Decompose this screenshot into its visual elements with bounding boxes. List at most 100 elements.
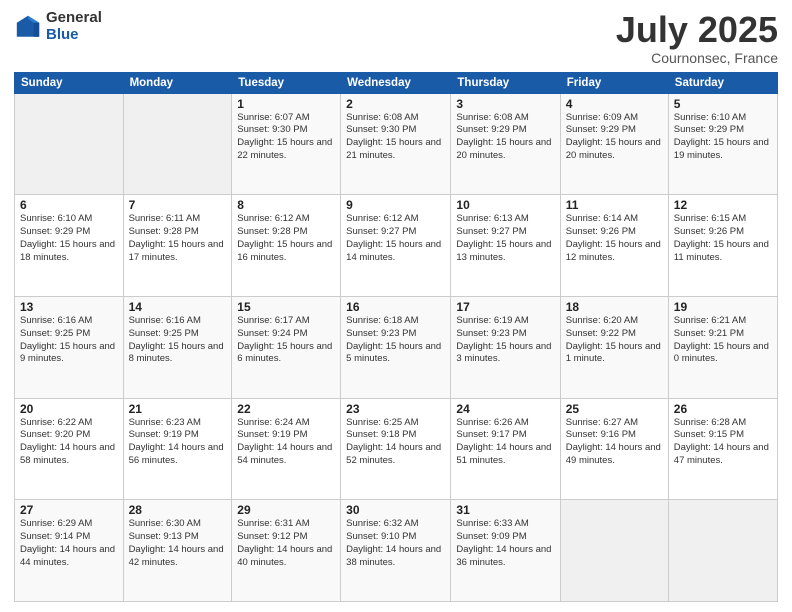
table-row: 10Sunrise: 6:13 AM Sunset: 9:27 PM Dayli… [451,195,560,297]
day-info: Sunrise: 6:28 AM Sunset: 9:15 PM Dayligh… [674,417,772,468]
calendar-table: Sunday Monday Tuesday Wednesday Thursday… [14,72,778,602]
day-info: Sunrise: 6:13 AM Sunset: 9:27 PM Dayligh… [456,213,554,264]
table-row: 28Sunrise: 6:30 AM Sunset: 9:13 PM Dayli… [123,500,232,602]
table-row: 23Sunrise: 6:25 AM Sunset: 9:18 PM Dayli… [341,398,451,500]
logo: General Blue [14,10,102,43]
table-row: 4Sunrise: 6:09 AM Sunset: 9:29 PM Daylig… [560,93,668,195]
day-number: 21 [129,402,227,416]
day-number: 3 [456,97,554,111]
table-row: 29Sunrise: 6:31 AM Sunset: 9:12 PM Dayli… [232,500,341,602]
col-saturday: Saturday [668,72,777,93]
day-info: Sunrise: 6:08 AM Sunset: 9:29 PM Dayligh… [456,112,554,163]
day-info: Sunrise: 6:22 AM Sunset: 9:20 PM Dayligh… [20,417,118,468]
day-info: Sunrise: 6:08 AM Sunset: 9:30 PM Dayligh… [346,112,445,163]
day-number: 16 [346,300,445,314]
day-info: Sunrise: 6:29 AM Sunset: 9:14 PM Dayligh… [20,518,118,569]
day-number: 15 [237,300,335,314]
day-info: Sunrise: 6:07 AM Sunset: 9:30 PM Dayligh… [237,112,335,163]
location-title: Cournonsec, France [616,50,778,66]
day-info: Sunrise: 6:16 AM Sunset: 9:25 PM Dayligh… [129,315,227,366]
day-info: Sunrise: 6:31 AM Sunset: 9:12 PM Dayligh… [237,518,335,569]
day-info: Sunrise: 6:19 AM Sunset: 9:23 PM Dayligh… [456,315,554,366]
day-info: Sunrise: 6:21 AM Sunset: 9:21 PM Dayligh… [674,315,772,366]
table-row: 19Sunrise: 6:21 AM Sunset: 9:21 PM Dayli… [668,296,777,398]
day-info: Sunrise: 6:20 AM Sunset: 9:22 PM Dayligh… [566,315,663,366]
table-row: 2Sunrise: 6:08 AM Sunset: 9:30 PM Daylig… [341,93,451,195]
day-number: 1 [237,97,335,111]
col-wednesday: Wednesday [341,72,451,93]
day-number: 14 [129,300,227,314]
table-row: 18Sunrise: 6:20 AM Sunset: 9:22 PM Dayli… [560,296,668,398]
day-info: Sunrise: 6:23 AM Sunset: 9:19 PM Dayligh… [129,417,227,468]
table-row: 20Sunrise: 6:22 AM Sunset: 9:20 PM Dayli… [15,398,124,500]
day-info: Sunrise: 6:12 AM Sunset: 9:27 PM Dayligh… [346,213,445,264]
day-number: 27 [20,503,118,517]
table-row [668,500,777,602]
table-row: 9Sunrise: 6:12 AM Sunset: 9:27 PM Daylig… [341,195,451,297]
day-info: Sunrise: 6:17 AM Sunset: 9:24 PM Dayligh… [237,315,335,366]
day-number: 6 [20,198,118,212]
table-row: 22Sunrise: 6:24 AM Sunset: 9:19 PM Dayli… [232,398,341,500]
col-sunday: Sunday [15,72,124,93]
day-info: Sunrise: 6:16 AM Sunset: 9:25 PM Dayligh… [20,315,118,366]
day-number: 19 [674,300,772,314]
day-number: 4 [566,97,663,111]
day-info: Sunrise: 6:33 AM Sunset: 9:09 PM Dayligh… [456,518,554,569]
calendar-week-row: 6Sunrise: 6:10 AM Sunset: 9:29 PM Daylig… [15,195,778,297]
day-number: 25 [566,402,663,416]
day-number: 30 [346,503,445,517]
day-info: Sunrise: 6:26 AM Sunset: 9:17 PM Dayligh… [456,417,554,468]
day-number: 22 [237,402,335,416]
day-number: 9 [346,198,445,212]
header: General Blue July 2025 Cournonsec, Franc… [14,10,778,66]
day-number: 10 [456,198,554,212]
day-number: 24 [456,402,554,416]
day-info: Sunrise: 6:27 AM Sunset: 9:16 PM Dayligh… [566,417,663,468]
table-row: 6Sunrise: 6:10 AM Sunset: 9:29 PM Daylig… [15,195,124,297]
day-info: Sunrise: 6:14 AM Sunset: 9:26 PM Dayligh… [566,213,663,264]
table-row [123,93,232,195]
table-row: 24Sunrise: 6:26 AM Sunset: 9:17 PM Dayli… [451,398,560,500]
day-number: 23 [346,402,445,416]
day-info: Sunrise: 6:09 AM Sunset: 9:29 PM Dayligh… [566,112,663,163]
day-number: 13 [20,300,118,314]
table-row: 5Sunrise: 6:10 AM Sunset: 9:29 PM Daylig… [668,93,777,195]
day-number: 5 [674,97,772,111]
day-number: 28 [129,503,227,517]
page: General Blue July 2025 Cournonsec, Franc… [0,0,792,612]
day-info: Sunrise: 6:15 AM Sunset: 9:26 PM Dayligh… [674,213,772,264]
day-info: Sunrise: 6:32 AM Sunset: 9:10 PM Dayligh… [346,518,445,569]
col-monday: Monday [123,72,232,93]
col-thursday: Thursday [451,72,560,93]
day-info: Sunrise: 6:30 AM Sunset: 9:13 PM Dayligh… [129,518,227,569]
table-row: 8Sunrise: 6:12 AM Sunset: 9:28 PM Daylig… [232,195,341,297]
calendar-header-row: Sunday Monday Tuesday Wednesday Thursday… [15,72,778,93]
day-number: 20 [20,402,118,416]
table-row: 15Sunrise: 6:17 AM Sunset: 9:24 PM Dayli… [232,296,341,398]
table-row: 1Sunrise: 6:07 AM Sunset: 9:30 PM Daylig… [232,93,341,195]
day-info: Sunrise: 6:10 AM Sunset: 9:29 PM Dayligh… [20,213,118,264]
day-number: 12 [674,198,772,212]
day-info: Sunrise: 6:24 AM Sunset: 9:19 PM Dayligh… [237,417,335,468]
day-info: Sunrise: 6:18 AM Sunset: 9:23 PM Dayligh… [346,315,445,366]
col-tuesday: Tuesday [232,72,341,93]
calendar-week-row: 1Sunrise: 6:07 AM Sunset: 9:30 PM Daylig… [15,93,778,195]
day-info: Sunrise: 6:12 AM Sunset: 9:28 PM Dayligh… [237,213,335,264]
calendar-week-row: 20Sunrise: 6:22 AM Sunset: 9:20 PM Dayli… [15,398,778,500]
table-row: 3Sunrise: 6:08 AM Sunset: 9:29 PM Daylig… [451,93,560,195]
day-info: Sunrise: 6:10 AM Sunset: 9:29 PM Dayligh… [674,112,772,163]
table-row: 26Sunrise: 6:28 AM Sunset: 9:15 PM Dayli… [668,398,777,500]
table-row [560,500,668,602]
day-number: 17 [456,300,554,314]
day-number: 18 [566,300,663,314]
table-row: 25Sunrise: 6:27 AM Sunset: 9:16 PM Dayli… [560,398,668,500]
col-friday: Friday [560,72,668,93]
day-info: Sunrise: 6:25 AM Sunset: 9:18 PM Dayligh… [346,417,445,468]
day-number: 11 [566,198,663,212]
logo-blue-text: Blue [46,27,102,44]
day-number: 26 [674,402,772,416]
day-number: 8 [237,198,335,212]
day-number: 31 [456,503,554,517]
logo-general-text: General [46,10,102,27]
calendar-week-row: 27Sunrise: 6:29 AM Sunset: 9:14 PM Dayli… [15,500,778,602]
